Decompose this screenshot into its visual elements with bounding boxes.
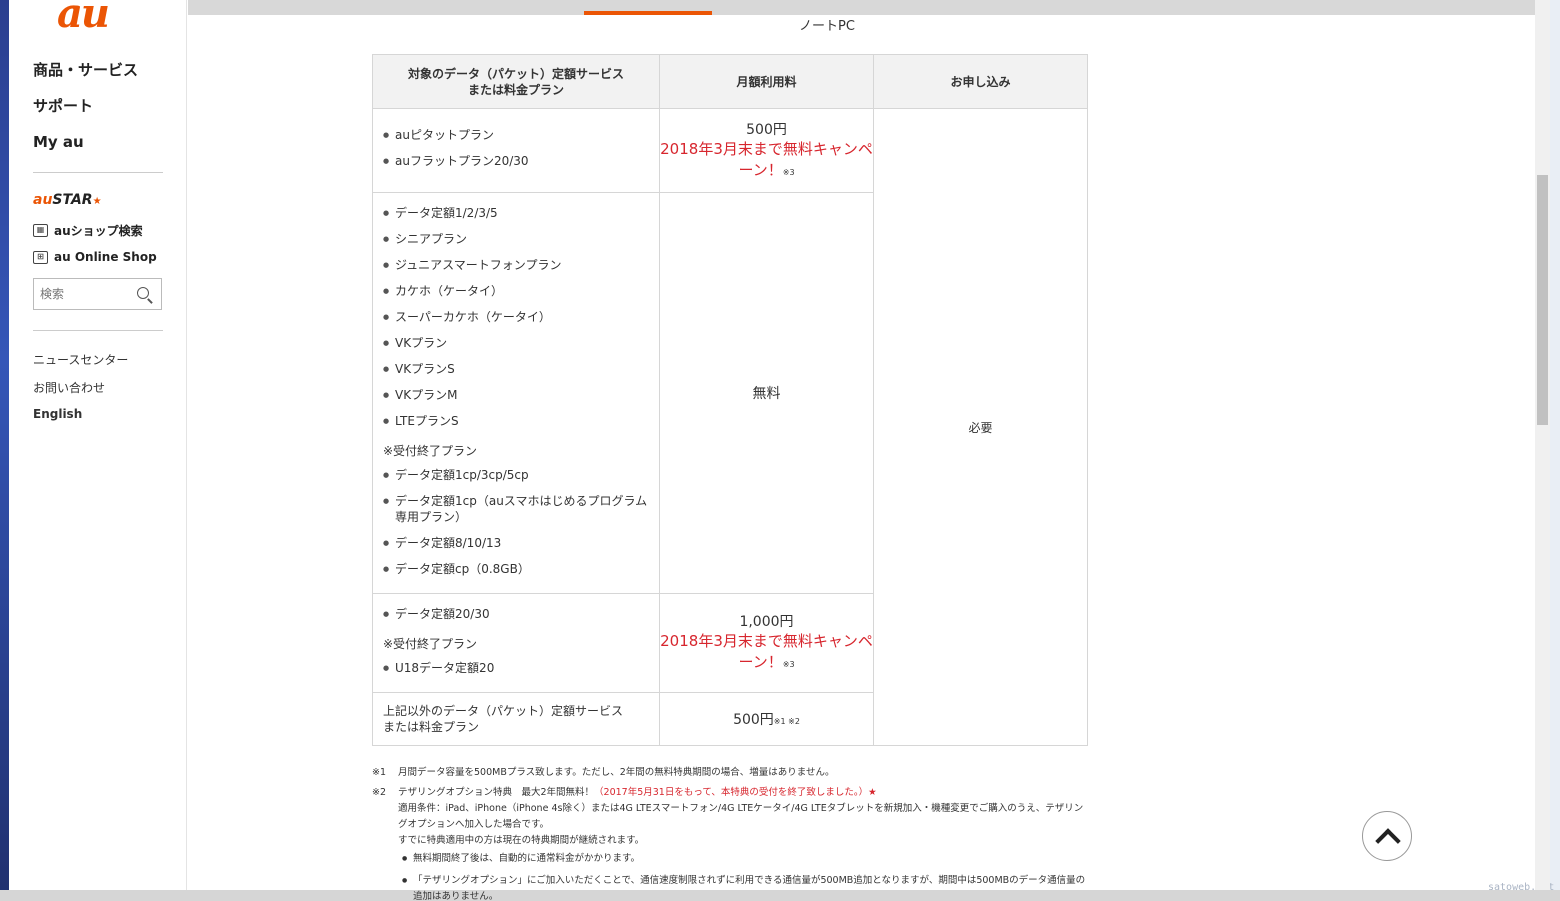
austar-prefix: au <box>33 192 53 208</box>
desktop-right-edge <box>1550 0 1560 901</box>
footnote-mark: ※2 <box>372 787 387 798</box>
sidebar-divider <box>33 330 163 331</box>
shop-search-link[interactable]: ▦ auショップ検索 <box>33 222 143 239</box>
search-box <box>33 278 162 310</box>
plan-item: データ定額20/30 <box>383 606 649 622</box>
column-header-apply: お申し込み <box>873 54 1088 109</box>
fee-cell: 1,000円 2018年3月末まで無料キャンペーン！※3 <box>659 593 874 693</box>
footnote-bullet: 「テザリングオプション」にご加入いただくことで、通信速度制限されずに利用できる通… <box>372 873 1092 901</box>
campaign-text: 2018年3月末まで無料キャンペーン！※3 <box>660 631 873 675</box>
campaign-label: 2018年3月末まで無料キャンペーン！ <box>660 632 873 671</box>
footnote-bullet-text: 無料期間終了後は、自動的に通常料金がかかります。 <box>413 853 641 864</box>
desktop-left-edge <box>0 0 9 901</box>
plan-item: カケホ（ケータイ） <box>383 283 649 299</box>
plan-item: VKプランM <box>383 387 649 403</box>
star-icon: ★ <box>92 196 102 207</box>
austar-link[interactable]: auSTAR★ <box>33 192 102 208</box>
austar-text: STAR <box>52 192 93 208</box>
footnote-1: ※1 月間データ容量を500MBプラス致します。ただし、2年間の無料特典期間の場… <box>372 765 1092 781</box>
scrollbar-thumb[interactable] <box>1537 175 1548 425</box>
tab-active-indicator[interactable] <box>584 11 712 15</box>
main-nav: 商品・サービス サポート My au <box>33 60 138 168</box>
contact-link[interactable]: お問い合わせ <box>33 379 105 396</box>
plan-item: データ定額cp（0.8GB） <box>383 561 649 577</box>
shop-search-label: auショップ検索 <box>54 224 143 238</box>
column-header-plan: 対象のデータ（パケット）定額サービス または料金プラン <box>372 54 660 109</box>
price: 500円 <box>746 121 787 138</box>
online-shop-label: au Online Shop <box>54 250 157 264</box>
price: 500円 <box>733 712 774 728</box>
price: 無料 <box>752 386 781 402</box>
plan-cell: データ定額20/30 ※受付終了プラン U18データ定額20 <box>372 593 660 693</box>
plan-item: ジュニアスマートフォンプラン <box>383 257 649 273</box>
plan-item: データ定額1cp（auスマホはじめるプログラム専用プラン） <box>383 493 649 525</box>
footnote-text: 月間データ容量を500MBプラス致します。ただし、2年間の無料特典期間の場合、増… <box>398 767 835 778</box>
nav-item-my-au[interactable]: My au <box>33 132 138 168</box>
footnote-condition: 適用条件：iPad、iPhone（iPhone 4s除く）または4G LTEスマ… <box>398 803 1084 830</box>
plan-cell: データ定額1/2/3/5 シニアプラン ジュニアスマートフォンプラン カケホ（ケ… <box>372 192 660 594</box>
back-to-top-button[interactable] <box>1362 811 1412 861</box>
plan-item: LTEプランS <box>383 413 649 429</box>
plan-item: シニアプラン <box>383 231 649 247</box>
apply-cell: 必要 <box>873 108 1088 746</box>
fee-cell: 500円 2018年3月末まで無料キャンペーン！※3 <box>659 108 874 193</box>
sidebar-divider <box>33 172 163 173</box>
price: 1,000円 <box>739 614 794 630</box>
plan-item: auフラットプラン20/30 <box>383 153 649 169</box>
plan-fee-table: 対象のデータ（パケット）定額サービス または料金プラン 月額利用料 お申し込み … <box>372 54 1088 746</box>
nav-item-products[interactable]: 商品・サービス <box>33 60 138 96</box>
online-shop-link[interactable]: ⊞ au Online Shop <box>33 250 157 264</box>
campaign-label: 2018年3月末まで無料キャンペーン！ <box>660 139 873 179</box>
campaign-note: ※3 <box>782 660 795 669</box>
footnote-red-text: （2017年5月31日をもって、本特典の受付を終了致しました。）★ <box>594 787 877 798</box>
sidebar: au 商品・サービス サポート My au auSTAR★ ▦ auショップ検索… <box>9 0 187 890</box>
table-row: auピタットプラン auフラットプラン20/30 500円 2018年3月末まで… <box>372 108 1088 746</box>
plan-item: VKプラン <box>383 335 649 351</box>
plan-cell: 上記以外のデータ（パケット）定額サービス または料金プラン <box>372 692 660 746</box>
footnote-continuation: すでに特典適用中の方は現在の特典期間が継続されます。 <box>398 835 645 846</box>
plan-cell: auピタットプラン auフラットプラン20/30 <box>372 108 660 193</box>
column-header-fee: 月額利用料 <box>659 54 874 109</box>
footnotes: ※1 月間データ容量を500MBプラス致します。ただし、2年間の無料特典期間の場… <box>372 765 1092 901</box>
news-center-link[interactable]: ニュースセンター <box>33 351 128 368</box>
fee-cell: 無料 <box>659 192 874 594</box>
plan-item: データ定額1/2/3/5 <box>383 205 649 221</box>
plan-item: auピタットプラン <box>383 127 649 143</box>
plan-item: データ定額1cp/3cp/5cp <box>383 467 649 483</box>
plan-item: VKプランS <box>383 361 649 377</box>
search-input[interactable] <box>34 279 130 309</box>
ended-plans-label: ※受付終了プラン <box>383 443 478 458</box>
footnote-mark: ※1 <box>372 767 387 778</box>
price-note: ※1 ※2 <box>773 717 800 726</box>
au-logo[interactable]: au <box>57 0 110 37</box>
plan-item: スーパーカケホ（ケータイ） <box>383 309 649 325</box>
fee-cell: 500円※1 ※2 <box>659 692 874 746</box>
footnote-2: ※2 テザリングオプション特典 最大2年間無料！（2017年5月31日をもって、… <box>372 785 1092 801</box>
footnote-bullet-text: 「テザリングオプション」にご加入いただくことで、通信速度制限されずに利用できる通… <box>413 875 1086 901</box>
footnote-text: テザリングオプション特典 最大2年間無料！ <box>398 787 595 798</box>
campaign-text: 2018年3月末まで無料キャンペーン！※3 <box>660 139 873 183</box>
ended-plans-label: ※受付終了プラン <box>383 636 478 651</box>
nav-item-support[interactable]: サポート <box>33 96 138 132</box>
plan-item: U18データ定額20 <box>383 660 649 676</box>
plan-text: 上記以外のデータ（パケット）定額サービス または料金プラン <box>383 704 624 734</box>
cart-icon: ⊞ <box>33 250 48 264</box>
footnote-bullet: 無料期間終了後は、自動的に通常料金がかかります。 <box>372 851 1092 867</box>
shop-icon: ▦ <box>33 224 48 237</box>
scrollbar-track[interactable] <box>1535 0 1550 890</box>
english-link[interactable]: English <box>33 407 82 421</box>
search-icon[interactable] <box>137 287 149 299</box>
plan-item: データ定額8/10/13 <box>383 535 649 551</box>
tab-bar <box>188 0 1535 15</box>
campaign-note: ※3 <box>782 167 795 177</box>
tab-sub-caption: ノートPC <box>799 19 855 34</box>
